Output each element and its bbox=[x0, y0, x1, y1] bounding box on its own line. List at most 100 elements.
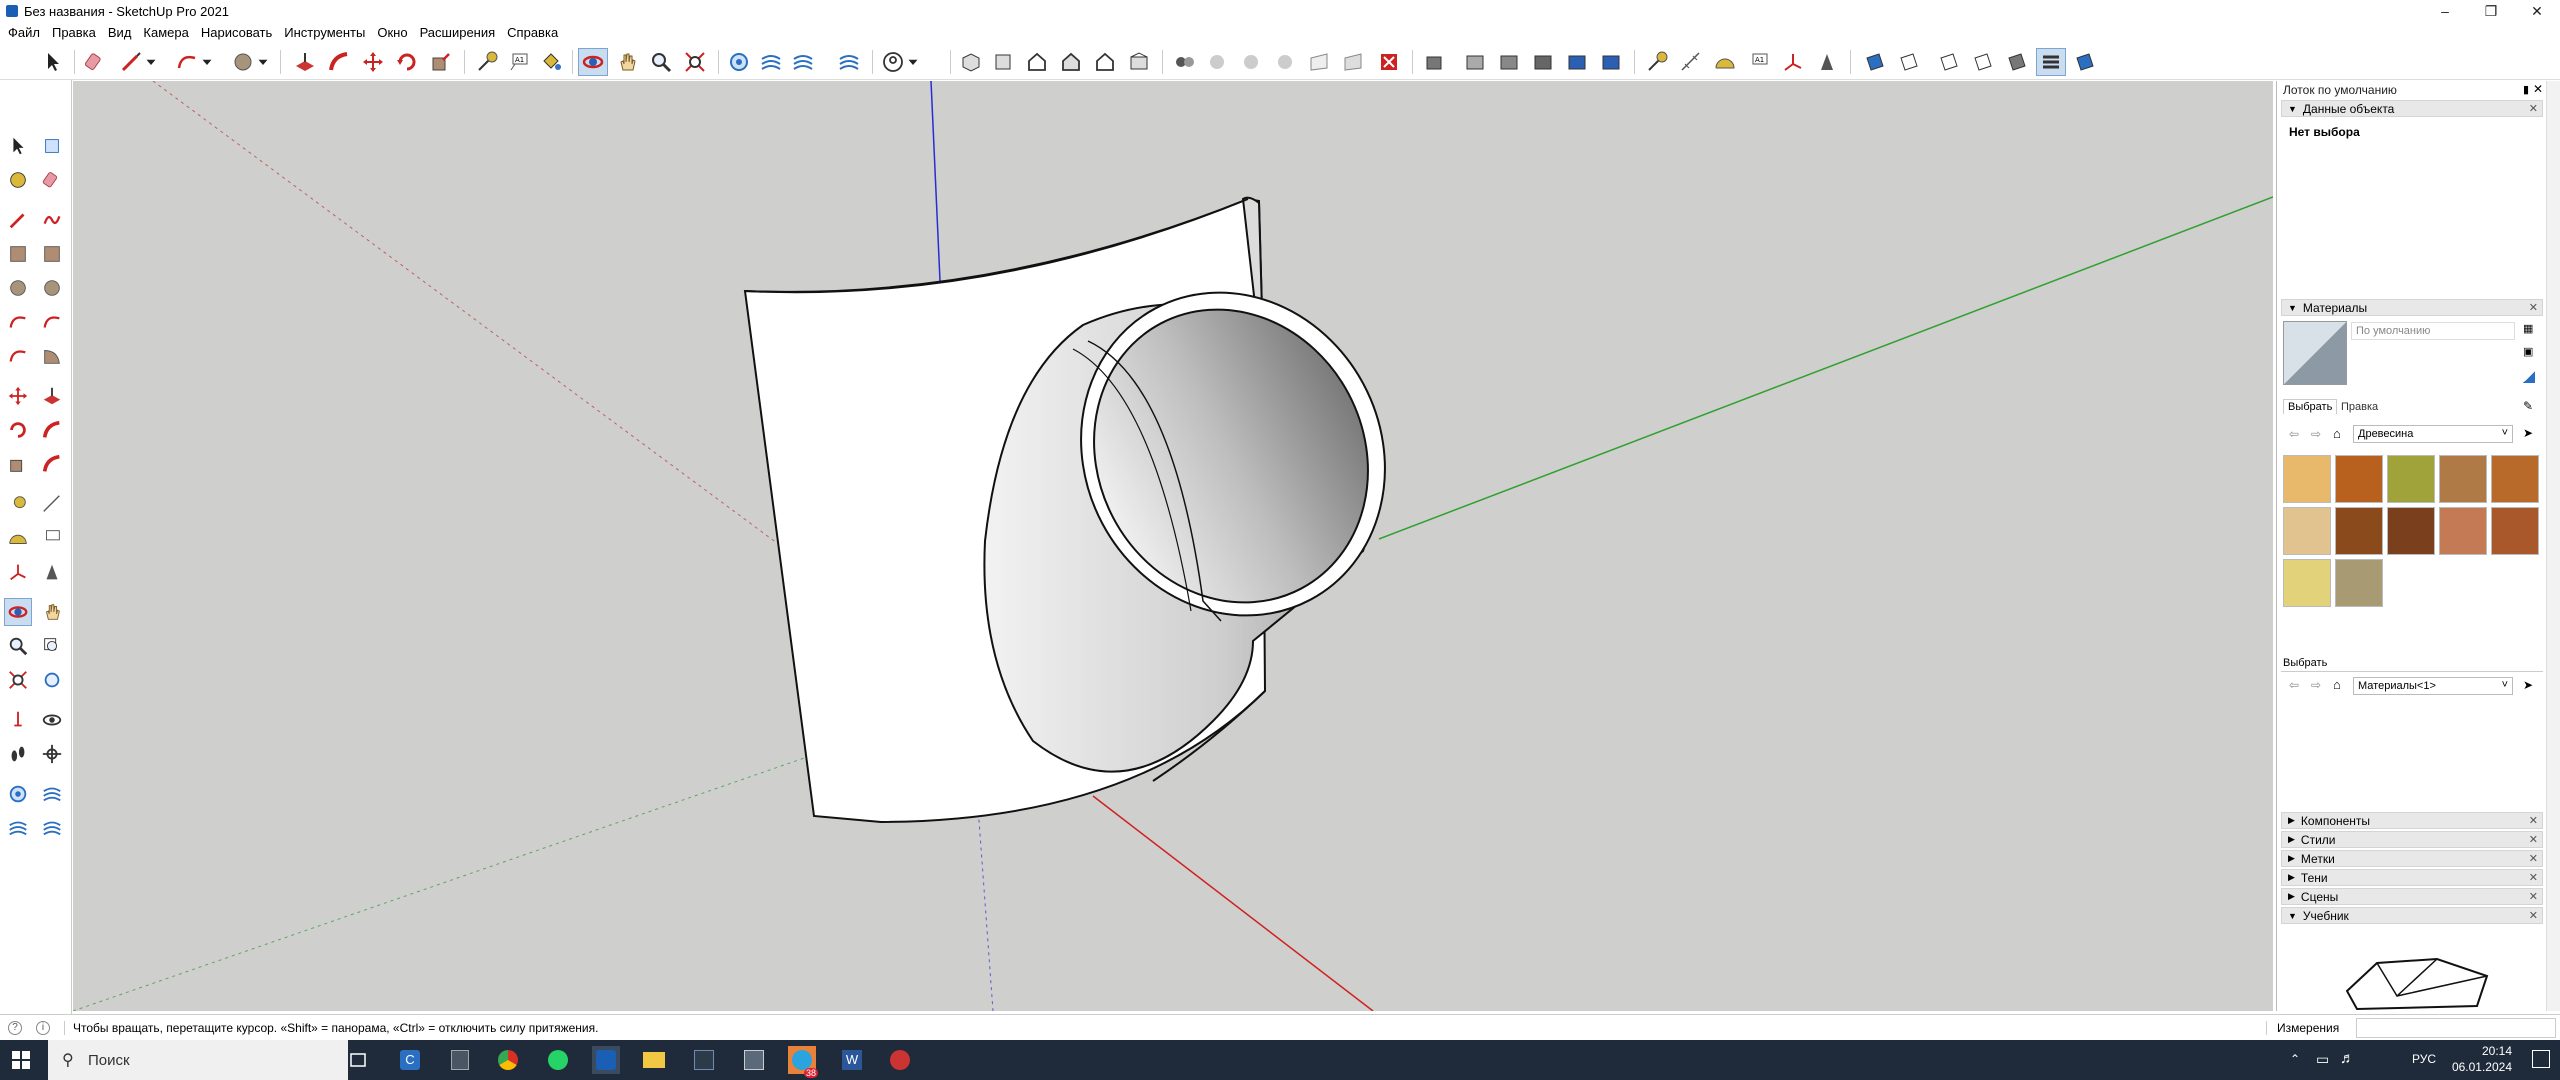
tape-measure-2-icon[interactable] bbox=[1642, 48, 1672, 76]
dimension-tool-icon[interactable] bbox=[1676, 48, 1706, 76]
notification-icon[interactable] bbox=[2532, 1050, 2550, 1068]
menu-camera[interactable]: Камера bbox=[139, 25, 196, 40]
word-icon[interactable]: W bbox=[838, 1046, 866, 1074]
measurements-input[interactable] bbox=[2356, 1018, 2556, 1038]
orbit-tool-icon[interactable] bbox=[578, 48, 608, 76]
zoom-extents-icon[interactable] bbox=[4, 666, 32, 694]
telegram-icon[interactable]: 38 bbox=[788, 1046, 818, 1078]
rotate-tool-icon[interactable] bbox=[4, 416, 32, 444]
rotated-rectangle-icon[interactable] bbox=[38, 240, 66, 268]
material-swatch[interactable] bbox=[2491, 507, 2539, 555]
layer-toggle-icon[interactable] bbox=[2036, 48, 2066, 76]
tray-scrollbar[interactable] bbox=[2546, 81, 2560, 1011]
sandbox-grid-icon[interactable] bbox=[834, 48, 864, 76]
material-swatch[interactable] bbox=[2387, 455, 2435, 503]
material-swatch[interactable] bbox=[2283, 507, 2331, 555]
section-plane-icon[interactable] bbox=[1860, 48, 1890, 76]
menu-extensions[interactable]: Расширения bbox=[416, 25, 504, 40]
components-header[interactable]: ▶ Компоненты ✕ bbox=[2281, 812, 2543, 829]
select-tool-icon[interactable] bbox=[38, 48, 68, 76]
forward-arrow-2-icon[interactable]: ⇨ bbox=[2311, 678, 2321, 692]
scale-tool-icon[interactable] bbox=[426, 48, 456, 76]
previous-view-icon[interactable] bbox=[38, 666, 66, 694]
sandbox-drape-icon[interactable] bbox=[38, 814, 66, 842]
pushpull-tool-icon[interactable] bbox=[290, 48, 320, 76]
close-icon[interactable]: ✕ bbox=[2529, 814, 2538, 827]
app-grid-icon[interactable] bbox=[740, 1046, 768, 1074]
style-monochrome-icon[interactable] bbox=[1374, 48, 1404, 76]
sandbox-from-contours-icon[interactable] bbox=[4, 780, 32, 808]
tray-pin-icon[interactable]: ▮ bbox=[2523, 83, 2529, 96]
menu-file[interactable]: Файл bbox=[4, 25, 48, 40]
tab-select[interactable]: Выбрать bbox=[2283, 399, 2338, 414]
tab-edit[interactable]: Правка bbox=[2337, 400, 2382, 414]
close-icon[interactable]: ✕ bbox=[2529, 871, 2538, 884]
material-swatch[interactable] bbox=[2335, 559, 2383, 607]
rectangle-tool-icon[interactable] bbox=[4, 240, 32, 268]
eraser-tool-icon[interactable] bbox=[38, 166, 66, 194]
modeling-viewport[interactable] bbox=[73, 81, 2273, 1011]
network-icon[interactable]: ▭ bbox=[2316, 1051, 2329, 1068]
fog-icon[interactable] bbox=[1596, 48, 1626, 76]
sketchup-taskbar-icon[interactable] bbox=[592, 1046, 620, 1074]
make-component-icon[interactable] bbox=[1420, 48, 1450, 76]
three-point-arc-icon[interactable] bbox=[4, 342, 32, 370]
scenes-header[interactable]: ▶ Сцены ✕ bbox=[2281, 888, 2543, 905]
sandbox-smoove-icon[interactable] bbox=[724, 48, 754, 76]
view-back-icon[interactable] bbox=[1090, 48, 1120, 76]
tags-header[interactable]: ▶ Метки ✕ bbox=[2281, 850, 2543, 867]
model-materials-select[interactable]: Материалы<1> ˅ bbox=[2353, 677, 2513, 695]
view-right-icon[interactable] bbox=[1056, 48, 1086, 76]
material-swatch[interactable] bbox=[2283, 455, 2331, 503]
paint-bucket-icon[interactable] bbox=[536, 48, 566, 76]
freehand-tool-icon[interactable] bbox=[38, 206, 66, 234]
zoom-tool-icon[interactable] bbox=[646, 48, 676, 76]
styles-header[interactable]: ▶ Стили ✕ bbox=[2281, 831, 2543, 848]
clock[interactable]: 20:14 06.01.2024 bbox=[2452, 1043, 2512, 1075]
shape-dropdown-icon[interactable] bbox=[254, 48, 272, 76]
position-camera-icon[interactable] bbox=[4, 706, 32, 734]
app-c-icon[interactable]: C bbox=[396, 1046, 424, 1074]
view-left-icon[interactable] bbox=[1124, 48, 1154, 76]
sandbox-stamp-icon[interactable] bbox=[756, 48, 786, 76]
rotate-tool-icon[interactable] bbox=[392, 48, 422, 76]
eyedropper-icon[interactable]: ✎ bbox=[2523, 399, 2533, 413]
entity-info-header[interactable]: ▼ Данные объекта ✕ bbox=[2281, 100, 2543, 117]
sandbox-from-scratch-icon[interactable] bbox=[38, 780, 66, 808]
offset-tool-icon[interactable] bbox=[38, 450, 66, 478]
zoom-extents-icon[interactable] bbox=[680, 48, 710, 76]
look-around-icon[interactable] bbox=[38, 706, 66, 734]
language-indicator[interactable]: РУС bbox=[2412, 1052, 2436, 1066]
3d-text-icon[interactable] bbox=[38, 558, 66, 586]
close-icon[interactable]: ✕ bbox=[2529, 890, 2538, 903]
arc-tool-icon[interactable] bbox=[4, 308, 32, 336]
menu-tools[interactable]: Инструменты bbox=[280, 25, 373, 40]
move-tool-icon[interactable] bbox=[358, 48, 388, 76]
text-tool-2-icon[interactable]: A1 bbox=[1744, 48, 1774, 76]
axes-tool-icon[interactable] bbox=[4, 558, 32, 586]
pan-tool-icon[interactable] bbox=[612, 48, 642, 76]
pie-tool-icon[interactable] bbox=[38, 342, 66, 370]
style-hidden-line-icon[interactable] bbox=[1270, 48, 1300, 76]
display-section-planes-icon[interactable] bbox=[1894, 48, 1924, 76]
menu-view[interactable]: Вид bbox=[104, 25, 140, 40]
component-tool-icon[interactable] bbox=[38, 132, 66, 160]
material-swatch[interactable] bbox=[2439, 455, 2487, 503]
menu-edit[interactable]: Правка bbox=[48, 25, 104, 40]
text-tool-icon[interactable] bbox=[38, 524, 66, 552]
two-point-arc-icon[interactable] bbox=[38, 308, 66, 336]
circle-tool-icon[interactable] bbox=[4, 274, 32, 302]
dimension-tool-icon[interactable] bbox=[38, 490, 66, 518]
material-swatch[interactable] bbox=[2439, 507, 2487, 555]
forward-arrow-icon[interactable]: ⇨ bbox=[2311, 427, 2321, 441]
close-icon[interactable]: ✕ bbox=[2529, 852, 2538, 865]
credits-icon[interactable]: i bbox=[36, 1020, 50, 1035]
geo-location-icon[interactable]: ? bbox=[8, 1020, 22, 1035]
restore-button[interactable]: ❐ bbox=[2468, 0, 2514, 22]
material-swatch[interactable] bbox=[2491, 455, 2539, 503]
shadows-icon[interactable] bbox=[1562, 48, 1592, 76]
paint-bucket-icon[interactable] bbox=[4, 166, 32, 194]
chrome-icon[interactable] bbox=[494, 1046, 522, 1074]
close-icon[interactable]: ✕ bbox=[2529, 102, 2538, 115]
tape-measure-icon[interactable] bbox=[4, 490, 32, 518]
